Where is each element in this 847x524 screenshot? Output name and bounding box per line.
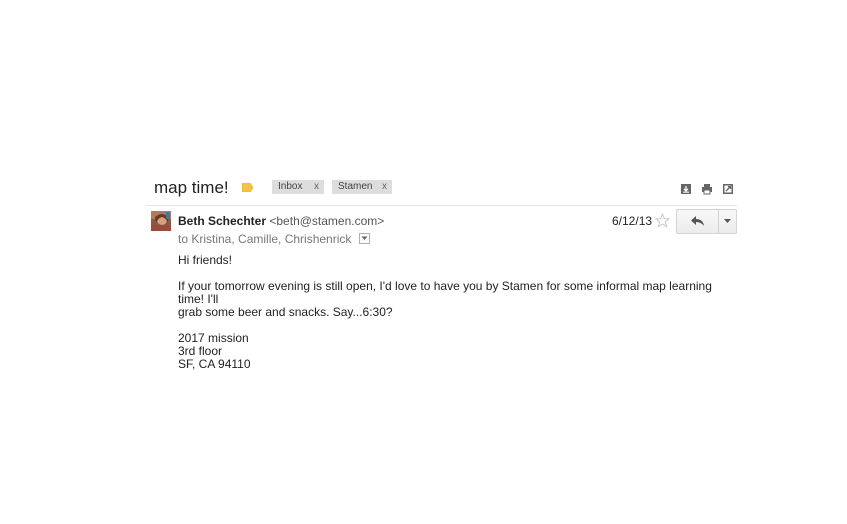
body-paragraph-line: If your tomorrow evening is still open, … [178, 279, 712, 306]
address-line: SF, CA 94110 [178, 357, 251, 371]
label-chip-inbox[interactable]: Inbox x [272, 180, 324, 194]
star-icon[interactable] [655, 213, 670, 228]
show-details-button[interactable] [358, 233, 370, 244]
subject-row: map time! Inbox x Stamen x [154, 178, 738, 200]
new-window-icon[interactable] [722, 183, 734, 195]
chevron-down-icon [361, 236, 368, 240]
label-chip-stamen[interactable]: Stamen x [332, 180, 392, 194]
address-line: 3rd floor [178, 344, 223, 358]
more-actions-button[interactable] [718, 210, 737, 233]
download-icon[interactable] [680, 183, 692, 195]
remove-label-button[interactable]: x [309, 180, 324, 194]
print-icon[interactable] [701, 183, 713, 195]
email-view: map time! Inbox x Stamen x Beth Schechte… [0, 0, 847, 524]
chevron-down-icon [724, 219, 731, 223]
body-paragraph-line: grab some beer and snacks. Say...6:30? [178, 305, 393, 319]
address-line: 2017 mission [178, 331, 249, 345]
body-greeting: Hi friends! [178, 253, 233, 267]
message-body: Hi friends! If your tomorrow evening is … [178, 254, 738, 371]
recipients-text: to Kristina, Camille, Chrishenrick [178, 232, 352, 246]
remove-label-button[interactable]: x [377, 180, 392, 194]
header-divider [146, 205, 737, 206]
sender-name[interactable]: Beth Schechter [178, 214, 266, 228]
reply-icon [691, 216, 704, 226]
reply-button-group [676, 209, 737, 234]
label-name: Inbox [278, 181, 303, 192]
sender-email: <beth@stamen.com> [269, 214, 385, 228]
avatar[interactable] [151, 211, 171, 231]
label-name: Stamen [338, 181, 373, 192]
importance-marker-icon[interactable] [242, 183, 253, 192]
email-subject: map time! [154, 178, 229, 197]
reply-button[interactable] [677, 210, 718, 233]
recipients-line: to Kristina, Camille, Chrishenrick [178, 231, 370, 247]
message-date: 6/12/13 [612, 214, 653, 228]
sender-line: Beth Schechter <beth@stamen.com> [178, 213, 384, 229]
